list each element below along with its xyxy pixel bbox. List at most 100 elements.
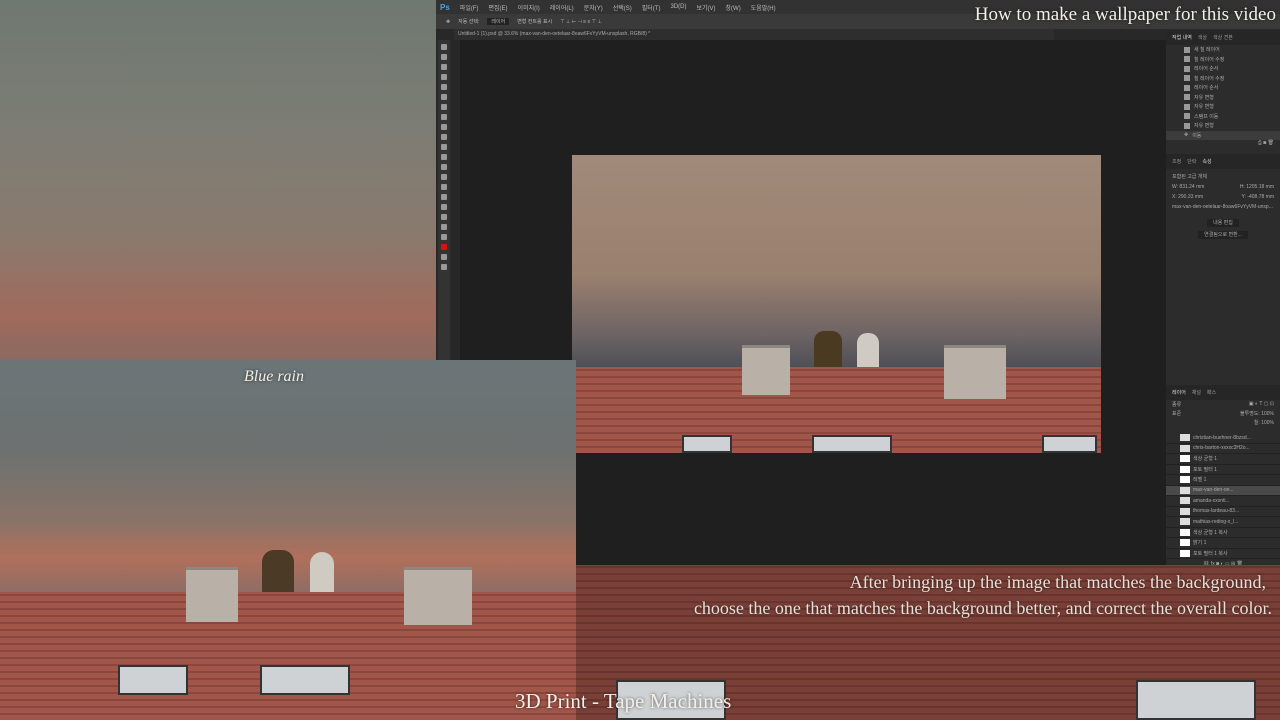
filter-icons[interactable]: ▣ ◐ T ▢ ⊡ — [1249, 401, 1274, 408]
layer-row[interactable]: 색상 균형 1 복사 — [1166, 528, 1280, 538]
window — [812, 435, 892, 453]
window — [682, 435, 732, 453]
layer-row[interactable]: 색상 균형 1 — [1166, 454, 1280, 465]
history-label: 칠 레이어 수정 — [1194, 75, 1225, 82]
chimney — [186, 567, 238, 622]
document-canvas[interactable] — [572, 155, 1101, 453]
fill-field[interactable]: 칠: 100% — [1254, 420, 1274, 426]
layer-row[interactable]: 레벨 1 — [1166, 475, 1280, 486]
move-tool-icon[interactable]: ✥ — [446, 19, 450, 25]
crop-tool-icon[interactable] — [441, 84, 447, 90]
history-label: 레이어 순서 — [1194, 85, 1219, 92]
history-item[interactable]: 칠 레이어 수정 — [1166, 55, 1280, 65]
pen-tool-icon[interactable] — [441, 184, 447, 190]
tab-paths[interactable]: 패스 — [1207, 389, 1216, 396]
history-brush-icon[interactable] — [441, 134, 447, 140]
menu-window[interactable]: 창(W) — [726, 3, 741, 12]
x-field[interactable]: X: 290.33 mm — [1172, 192, 1203, 202]
shape-tool-icon[interactable] — [441, 214, 447, 220]
tab-adjustments[interactable]: 조정 — [1172, 158, 1181, 165]
blur-tool-icon[interactable] — [441, 164, 447, 170]
menu-help[interactable]: 도움말(H) — [751, 3, 776, 12]
hand-tool-icon[interactable] — [441, 224, 447, 230]
menu-filter[interactable]: 필터(T) — [642, 3, 661, 12]
foreground-color-swatch[interactable] — [441, 244, 447, 250]
history-item[interactable]: 자유 변형 — [1166, 93, 1280, 103]
layer-row[interactable]: 밝기 1 — [1166, 538, 1280, 549]
move-tool-icon[interactable] — [441, 44, 447, 50]
type-tool-icon[interactable] — [441, 194, 447, 200]
zoom-tool-icon[interactable] — [441, 234, 447, 240]
lasso-tool-icon[interactable] — [441, 64, 447, 70]
person-figure — [310, 552, 334, 592]
transform-controls-checkbox[interactable]: 변형 컨트롤 표시 — [517, 18, 552, 25]
align-icons[interactable]: ⊤ ⊥ ⊢ ⊣ ≡ ≡ ⊤ ⊥ — [560, 19, 602, 25]
roof-tiles — [0, 592, 576, 720]
history-item[interactable]: 칠 레이어 수정 — [1166, 74, 1280, 84]
tab-properties[interactable]: 속성 — [1202, 158, 1211, 165]
layer-row[interactable]: amanda-xxxnti... — [1166, 496, 1280, 507]
path-select-icon[interactable] — [441, 204, 447, 210]
layer-row[interactable]: chris-barton-xxxxc3H2o... — [1166, 444, 1280, 454]
menu-image[interactable]: 이미지(I) — [518, 3, 540, 12]
opacity-field[interactable]: 불투명도: 100% — [1240, 410, 1274, 417]
tab-layers[interactable]: 레이어 — [1172, 389, 1186, 396]
history-item[interactable]: 스탬프 이동 — [1166, 112, 1280, 122]
layer-row[interactable]: 포토 필터 1 — [1166, 465, 1280, 475]
gradient-tool-icon[interactable] — [441, 154, 447, 160]
quick-select-tool-icon[interactable] — [441, 74, 447, 80]
person-figure — [262, 550, 294, 592]
width-field[interactable]: W: 831.24 mm — [1172, 182, 1204, 192]
y-field[interactable]: Y: -408.78 mm — [1241, 192, 1274, 202]
history-actions[interactable]: ⎙ ◙ 🗑 — [1166, 140, 1280, 154]
eraser-tool-icon[interactable] — [441, 144, 447, 150]
layer-name: christian-buehner-8bzsd... — [1193, 434, 1251, 441]
layer-row[interactable]: 포토 필터 1 복사 — [1166, 549, 1280, 559]
menu-3d[interactable]: 3D(D) — [670, 4, 686, 10]
history-item[interactable]: 새 칠 레이어 — [1166, 45, 1280, 55]
tab-history[interactable]: 작업 내역 — [1172, 34, 1192, 41]
convert-to-linked-button[interactable]: 연결됨으로 변환... — [1198, 231, 1248, 239]
tab-color[interactable]: 색상 — [1198, 34, 1207, 41]
layer-name: 포토 필터 1 — [1193, 466, 1217, 473]
properties-tabs: 조정 단락 속성 — [1166, 154, 1280, 169]
screen-mode-icon[interactable] — [441, 264, 447, 270]
menu-edit[interactable]: 편집(E) — [489, 3, 508, 12]
auto-select-checkbox[interactable]: 자동 선택: — [458, 18, 479, 25]
move-icon: ✥ — [1184, 132, 1189, 139]
blend-mode-dropdown[interactable]: 표준 — [1172, 410, 1181, 417]
background-sky-video — [0, 0, 436, 360]
history-item-active[interactable]: ✥ 이동 — [1166, 130, 1280, 140]
stamp-tool-icon[interactable] — [441, 124, 447, 130]
layer-row-selected[interactable]: max-van-den-oe... — [1166, 485, 1280, 496]
layer-name: 밝기 1 — [1193, 540, 1207, 547]
brush-tool-icon[interactable] — [441, 114, 447, 120]
video-preview-blue-rain: Blue rain — [0, 360, 576, 720]
tab-channels[interactable]: 채널 — [1192, 389, 1201, 396]
layer-kind-filter[interactable]: 종류 — [1172, 401, 1181, 408]
tab-swatches[interactable]: 색상 견본 — [1213, 34, 1233, 41]
history-item[interactable]: 자유 변형 — [1166, 102, 1280, 112]
menu-layer[interactable]: 레이어(L) — [550, 3, 574, 12]
menu-type[interactable]: 문자(Y) — [584, 3, 603, 12]
layer-row[interactable]: christian-buehner-8bzsd... — [1166, 433, 1280, 444]
blue-rain-logo: Blue rain — [244, 368, 304, 385]
edit-contents-button[interactable]: 내용 편집 — [1207, 219, 1239, 227]
quick-mask-icon[interactable] — [441, 254, 447, 260]
history-item[interactable]: 레이어 순서 — [1166, 83, 1280, 93]
menu-file[interactable]: 파일(F) — [460, 3, 479, 12]
layer-row[interactable]: thomas-lardeau-83... — [1166, 507, 1280, 517]
dodge-tool-icon[interactable] — [441, 174, 447, 180]
height-field[interactable]: H: 1205.18 mm — [1240, 182, 1274, 192]
history-item[interactable]: 레이어 순서 — [1166, 64, 1280, 74]
history-item[interactable]: 자유 변형 — [1166, 121, 1280, 131]
marquee-tool-icon[interactable] — [441, 54, 447, 60]
tab-paragraph[interactable]: 단락 — [1187, 158, 1196, 165]
auto-select-dropdown[interactable]: 레이어 — [487, 18, 510, 25]
menu-select[interactable]: 선택(S) — [613, 3, 632, 12]
healing-tool-icon[interactable] — [441, 104, 447, 110]
eyedropper-tool-icon[interactable] — [441, 94, 447, 100]
menu-view[interactable]: 보기(V) — [696, 3, 715, 12]
document-tab[interactable]: Untitled-1 (1).psd @ 33.6% (max-van-den-… — [454, 29, 1054, 40]
layer-row[interactable]: mathias-reding-x_l... — [1166, 517, 1280, 528]
